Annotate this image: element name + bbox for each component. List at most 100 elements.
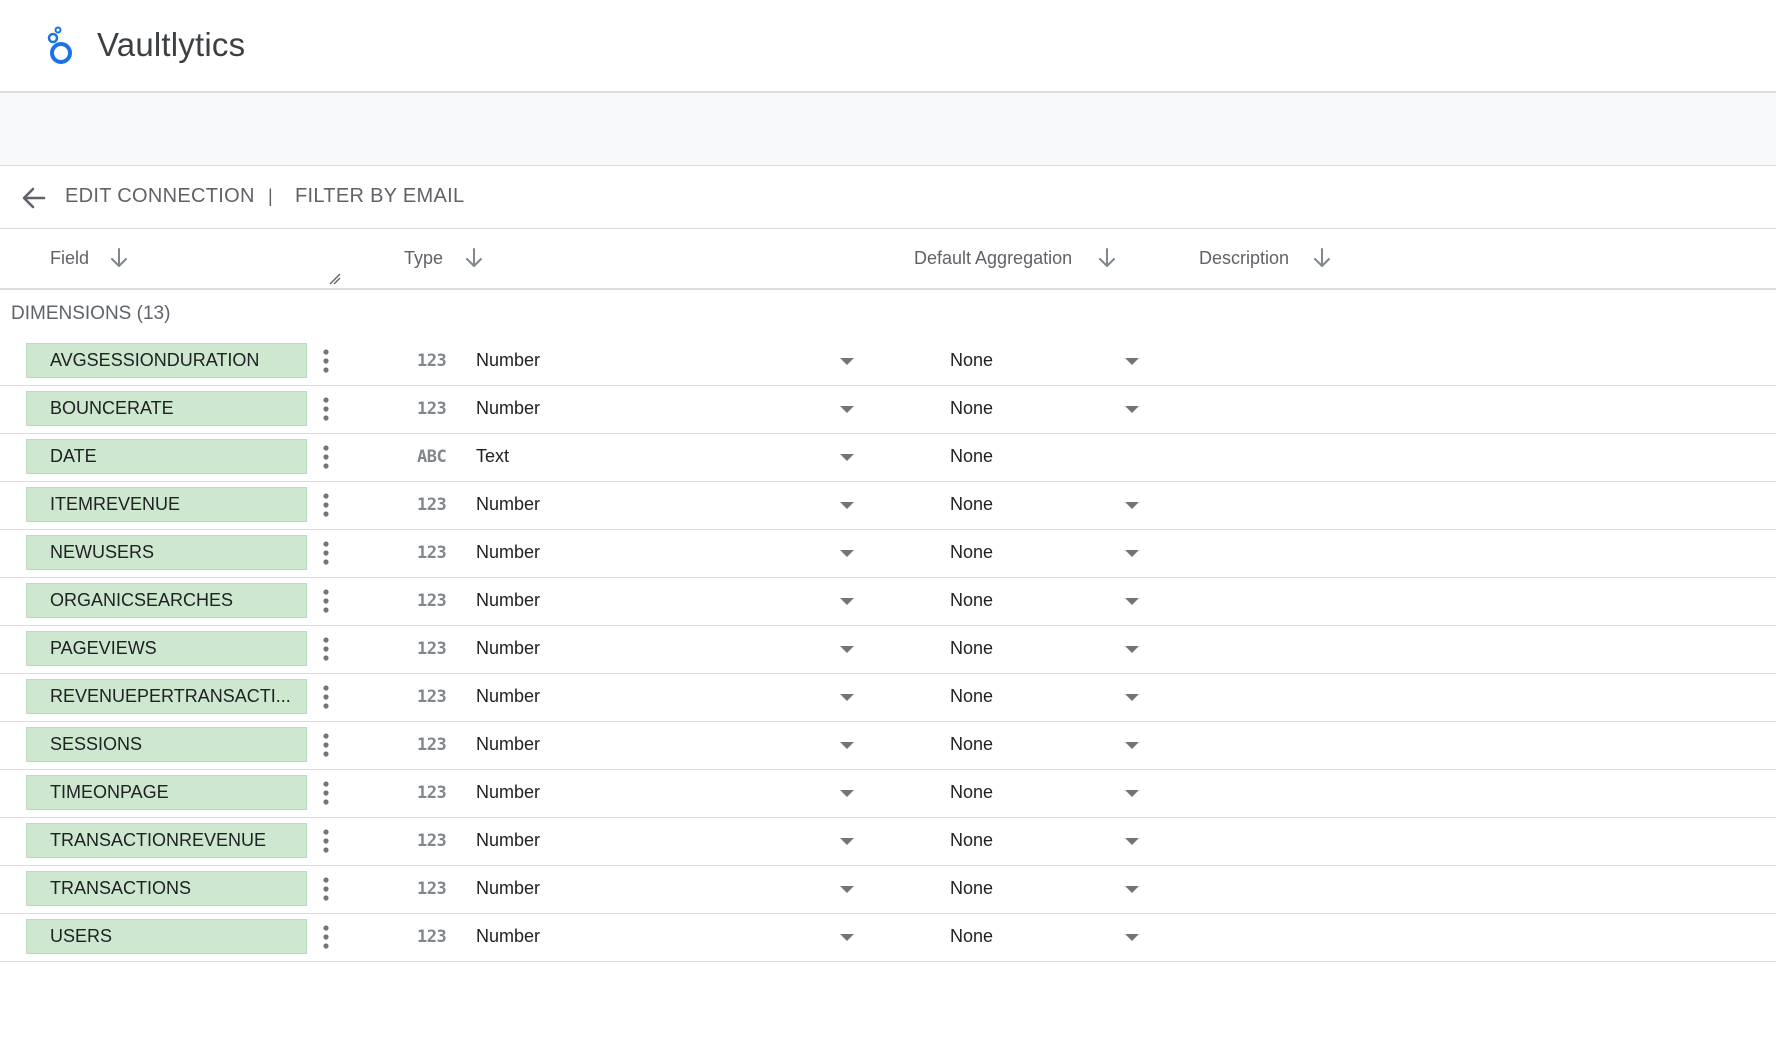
type-dropdown-arrow-icon[interactable] [833,352,861,372]
aggregation-value: None [950,494,994,514]
connection-nav-bar: EDIT CONNECTION | FILTER BY EMAIL [0,166,1776,229]
aggregation-value: None [950,590,994,610]
aggregation-dropdown-arrow-icon[interactable] [1118,688,1146,708]
type-glyph-icon: 123 [417,783,447,803]
more-vert-icon[interactable] [316,683,336,711]
aggregation-value: None [950,542,994,562]
aggregation-dropdown-arrow-icon[interactable] [1118,640,1146,660]
type-dropdown-arrow-icon[interactable] [833,544,861,564]
sort-description-arrow-down-icon[interactable] [1311,246,1333,270]
field-name-chip[interactable]: BOUNCERATE [26,391,307,426]
field-type-value: Number [476,830,541,850]
field-type-value: Number [476,782,541,802]
aggregation-dropdown-arrow-icon[interactable] [1118,400,1146,420]
aggregation-dropdown-arrow-icon[interactable] [1118,784,1146,804]
table-row: NEWUSERS 123 Number None [0,530,1776,578]
aggregation-value: None [950,686,994,706]
field-name-chip[interactable]: TIMEONPAGE [26,775,307,810]
field-type-value: Number [476,590,541,610]
type-dropdown-arrow-icon[interactable] [833,592,861,612]
type-glyph-icon: 123 [417,639,447,659]
aggregation-dropdown-arrow-icon[interactable] [1118,352,1146,372]
field-name-chip[interactable]: PAGEVIEWS [26,631,307,666]
column-header-field[interactable]: Field [50,248,89,269]
aggregation-dropdown-arrow-icon[interactable] [1118,496,1146,516]
table-row: REVENUEPERTRANSACTI... 123 Number None [0,674,1776,722]
type-glyph-icon: 123 [417,591,447,611]
table-row: AVGSESSIONDURATION 123 Number None [0,338,1776,386]
more-vert-icon[interactable] [316,779,336,807]
aggregation-dropdown-arrow-icon[interactable] [1118,592,1146,612]
type-glyph-icon: 123 [417,399,447,419]
type-dropdown-arrow-icon[interactable] [833,736,861,756]
dimensions-section-label: DIMENSIONS (13) [11,303,171,324]
type-glyph-icon: ABC [417,447,447,467]
type-glyph-icon: 123 [417,879,447,899]
type-glyph-icon: 123 [417,831,447,851]
field-name-chip[interactable]: ITEMREVENUE [26,487,307,522]
filter-by-email-link[interactable]: FILTER BY EMAIL [295,185,464,208]
type-dropdown-arrow-icon[interactable] [833,688,861,708]
sort-field-arrow-down-icon[interactable] [108,246,130,270]
type-dropdown-arrow-icon[interactable] [833,832,861,852]
edit-connection-link[interactable]: EDIT CONNECTION [65,185,255,208]
more-vert-icon[interactable] [316,395,336,423]
toolbar-band [0,93,1776,166]
field-name-chip[interactable]: USERS [26,919,307,954]
table-row: TRANSACTIONREVENUE 123 Number None [0,818,1776,866]
field-name-chip[interactable]: NEWUSERS [26,535,307,570]
field-type-value: Number [476,926,541,946]
more-vert-icon[interactable] [316,827,336,855]
more-vert-icon[interactable] [316,539,336,567]
more-vert-icon[interactable] [316,635,336,663]
type-dropdown-arrow-icon[interactable] [833,880,861,900]
column-header-type[interactable]: Type [404,248,443,269]
type-glyph-icon: 123 [417,735,447,755]
more-vert-icon[interactable] [316,443,336,471]
sort-aggregation-arrow-down-icon[interactable] [1096,246,1118,270]
aggregation-value: None [950,734,994,754]
type-dropdown-arrow-icon[interactable] [833,448,861,468]
aggregation-dropdown-arrow-icon[interactable] [1118,832,1146,852]
table-row: BOUNCERATE 123 Number None [0,386,1776,434]
more-vert-icon[interactable] [316,491,336,519]
column-header-default-aggregation[interactable]: Default Aggregation [914,248,1072,269]
field-type-value: Number [476,878,541,898]
arrow-back-icon[interactable] [18,182,50,214]
aggregation-value: None [950,926,994,946]
sort-type-arrow-down-icon[interactable] [463,246,485,270]
type-glyph-icon: 123 [417,495,447,515]
aggregation-dropdown-arrow-icon[interactable] [1118,880,1146,900]
field-name-chip[interactable]: SESSIONS [26,727,307,762]
more-vert-icon[interactable] [316,923,336,951]
table-row: SESSIONS 123 Number None [0,722,1776,770]
type-dropdown-arrow-icon[interactable] [833,640,861,660]
type-dropdown-arrow-icon[interactable] [833,784,861,804]
field-name-chip[interactable]: TRANSACTIONS [26,871,307,906]
aggregation-value: None [950,446,994,466]
field-name-chip[interactable]: DATE [26,439,307,474]
column-header-description[interactable]: Description [1199,248,1289,269]
table-row: TRANSACTIONS 123 Number None [0,866,1776,914]
aggregation-dropdown-arrow-icon[interactable] [1118,736,1146,756]
more-vert-icon[interactable] [316,875,336,903]
field-name-chip[interactable]: REVENUEPERTRANSACTI... [26,679,307,714]
type-dropdown-arrow-icon[interactable] [833,400,861,420]
field-name-chip[interactable]: ORGANICSEARCHES [26,583,307,618]
aggregation-dropdown-arrow-icon[interactable] [1118,544,1146,564]
app-logo-icon[interactable] [44,26,76,68]
field-type-value: Number [476,398,541,418]
more-vert-icon[interactable] [316,347,336,375]
more-vert-icon[interactable] [316,587,336,615]
column-resize-handle-icon[interactable] [328,272,342,286]
table-row: USERS 123 Number None [0,914,1776,962]
field-name-chip[interactable]: TRANSACTIONREVENUE [26,823,307,858]
aggregation-value: None [950,782,994,802]
aggregation-dropdown-arrow-icon[interactable] [1118,928,1146,948]
type-dropdown-arrow-icon[interactable] [833,928,861,948]
field-type-value: Text [476,446,510,466]
field-name-chip[interactable]: AVGSESSIONDURATION [26,343,307,378]
more-vert-icon[interactable] [316,731,336,759]
type-dropdown-arrow-icon[interactable] [833,496,861,516]
aggregation-value: None [950,638,994,658]
